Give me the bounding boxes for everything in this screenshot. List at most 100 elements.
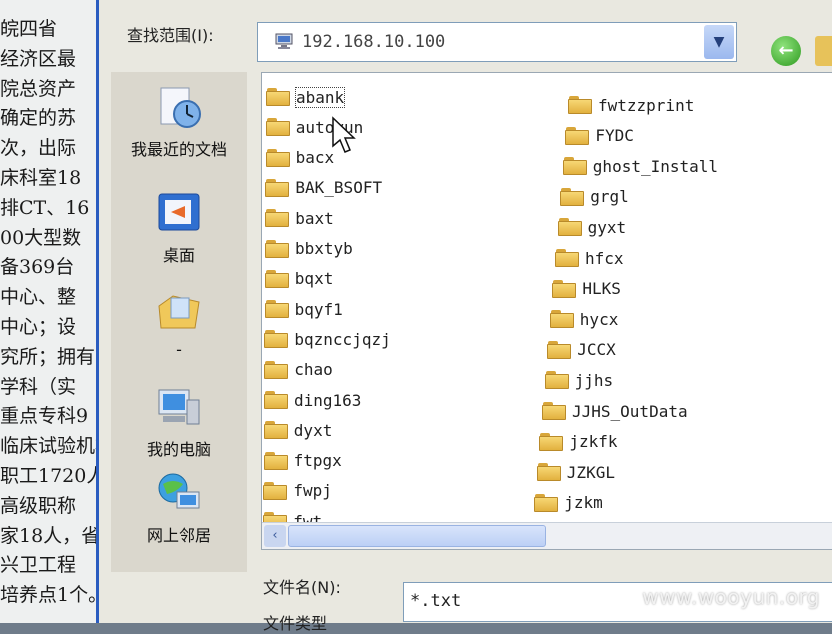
folder-item[interactable]: ding163 [264, 388, 361, 412]
background-text-line: 00大型数 [0, 226, 82, 249]
place-network-places[interactable]: 网上邻居 [111, 470, 247, 546]
folder-name: ding163 [294, 390, 362, 410]
folder-icon [544, 371, 569, 390]
folder-item[interactable]: ftpgx [263, 449, 342, 473]
folder-icon [542, 402, 566, 420]
folder-item[interactable]: ghost_Install [562, 154, 718, 178]
folder-item[interactable]: JZKGL [536, 460, 615, 484]
scroll-left-icon[interactable]: ‹ [264, 525, 286, 547]
folder-icon [264, 360, 289, 379]
background-text-line: 中心、整 [0, 286, 77, 309]
folder-icon [263, 481, 288, 500]
folder-name: fwtzzprint [598, 95, 695, 115]
folder-name: hycx [579, 309, 619, 329]
lookin-label: 查找范围(I): [127, 26, 214, 45]
folder-item[interactable]: jzkm [534, 491, 603, 515]
up-folder-button[interactable] [815, 36, 832, 66]
background-text-line: 家18人，省 [0, 524, 101, 547]
place-recent-documents[interactable]: 我最近的文档 [111, 84, 247, 160]
place-my-computer[interactable]: 我的电脑 [111, 384, 247, 460]
folder-icon [534, 493, 559, 512]
folder-item[interactable]: chao [264, 358, 333, 382]
place-my-documents[interactable]: - [111, 288, 247, 359]
folder-item[interactable]: JCCX [547, 338, 616, 362]
network-drive-icon [275, 33, 293, 49]
folder-name: bqznccjqzj [294, 329, 391, 349]
folder-item[interactable]: abank [266, 85, 346, 109]
folder-item[interactable]: bqyf1 [264, 297, 343, 321]
back-button[interactable]: ← [771, 36, 801, 66]
recent-documents-icon [155, 84, 203, 132]
folder-name: hfcx [585, 248, 624, 268]
folder-item[interactable]: gyxt [557, 215, 627, 239]
folder-name: jzkfk [569, 432, 618, 452]
folder-item[interactable]: bqxt [264, 267, 334, 291]
folder-item[interactable]: bqznccjqzj [264, 327, 391, 351]
folder-item[interactable]: dyxt [263, 418, 333, 442]
folder-icon [263, 451, 288, 470]
lookin-value: 192.168.10.100 [302, 32, 446, 52]
folder-item[interactable]: hycx [549, 307, 619, 331]
network-places-icon [155, 470, 203, 518]
folder-item[interactable]: hfcx [555, 246, 624, 270]
folder-icon [560, 187, 585, 206]
folder-item[interactable]: bacx [265, 146, 334, 170]
file-open-dialog: 查找范围(I): 192.168.10.100 ▼ ← 我最近的文档 桌面 - … [96, 0, 832, 633]
folder-item[interactable]: JJHS_OutData [542, 399, 688, 423]
background-text-line: 皖四省 [0, 18, 58, 40]
folder-icon [536, 463, 561, 482]
folder-icon [547, 340, 572, 359]
folder-name: baxt [295, 208, 334, 228]
folder-icon [557, 218, 582, 237]
folder-name: grgl [590, 187, 629, 207]
folder-name: gyxt [587, 217, 627, 237]
folder-name: jjhs [574, 370, 614, 390]
place-label: 我最近的文档 [130, 140, 227, 159]
folder-name: dyxt [293, 420, 333, 440]
background-text-line: 确定的苏 [0, 107, 77, 130]
folder-icon [265, 209, 290, 228]
background-text-line: 经济区最 [0, 47, 77, 70]
background-text-line: 中心；设 [0, 316, 77, 338]
folder-icon [562, 157, 587, 176]
folder-icon [555, 249, 579, 267]
folder-item[interactable]: jjhs [544, 368, 614, 392]
my-computer-icon [155, 384, 203, 432]
filetype-label: 文件类型 [263, 614, 328, 633]
folder-icon [265, 239, 289, 258]
background-text-line: 排CT、16 [0, 196, 90, 219]
folder-icon [549, 310, 574, 329]
folder-name: FYDC [595, 126, 634, 146]
places-bar: 我最近的文档 桌面 - 我的电脑 网上邻居 [111, 72, 247, 572]
folder-name: bqxt [294, 269, 334, 289]
folder-item[interactable]: baxt [265, 206, 334, 230]
background-text-line: 兴卫工程 [0, 554, 77, 577]
background-text-line: 床科室18 [0, 167, 82, 189]
folder-icon [539, 432, 564, 451]
folder-item[interactable]: fwpj [263, 479, 332, 503]
folder-name: bbxtyb [295, 239, 353, 258]
horizontal-scrollbar[interactable]: ‹ [262, 522, 832, 549]
folder-item[interactable]: grgl [560, 185, 629, 209]
chevron-down-icon[interactable]: ▼ [704, 25, 734, 59]
lookin-dropdown[interactable]: 192.168.10.100 ▼ [257, 22, 737, 62]
folder-item[interactable]: BAK_BSOFT [265, 176, 382, 200]
scrollbar-thumb[interactable] [288, 525, 546, 547]
folder-icon [264, 330, 289, 349]
folder-icon [552, 279, 577, 298]
folder-name: abank [294, 86, 346, 108]
place-label: 我的电脑 [146, 440, 211, 459]
folder-name: JJHS_OutData [572, 401, 688, 421]
folder-item[interactable]: FYDC [565, 124, 634, 148]
folder-icon [265, 118, 290, 137]
place-desktop[interactable]: 桌面 [111, 190, 247, 266]
folder-icon [263, 421, 288, 440]
folder-item[interactable]: HLKS [552, 277, 621, 301]
background-text-line: 重点专科9 [0, 405, 89, 428]
folder-item[interactable]: jzkfk [539, 430, 618, 454]
folder-icon [568, 96, 592, 114]
folder-item[interactable]: fwtzzprint [568, 93, 694, 117]
folder-name: HLKS [582, 279, 621, 299]
filename-label: 文件名(N): [263, 578, 341, 597]
folder-item[interactable]: bbxtyb [265, 237, 353, 261]
